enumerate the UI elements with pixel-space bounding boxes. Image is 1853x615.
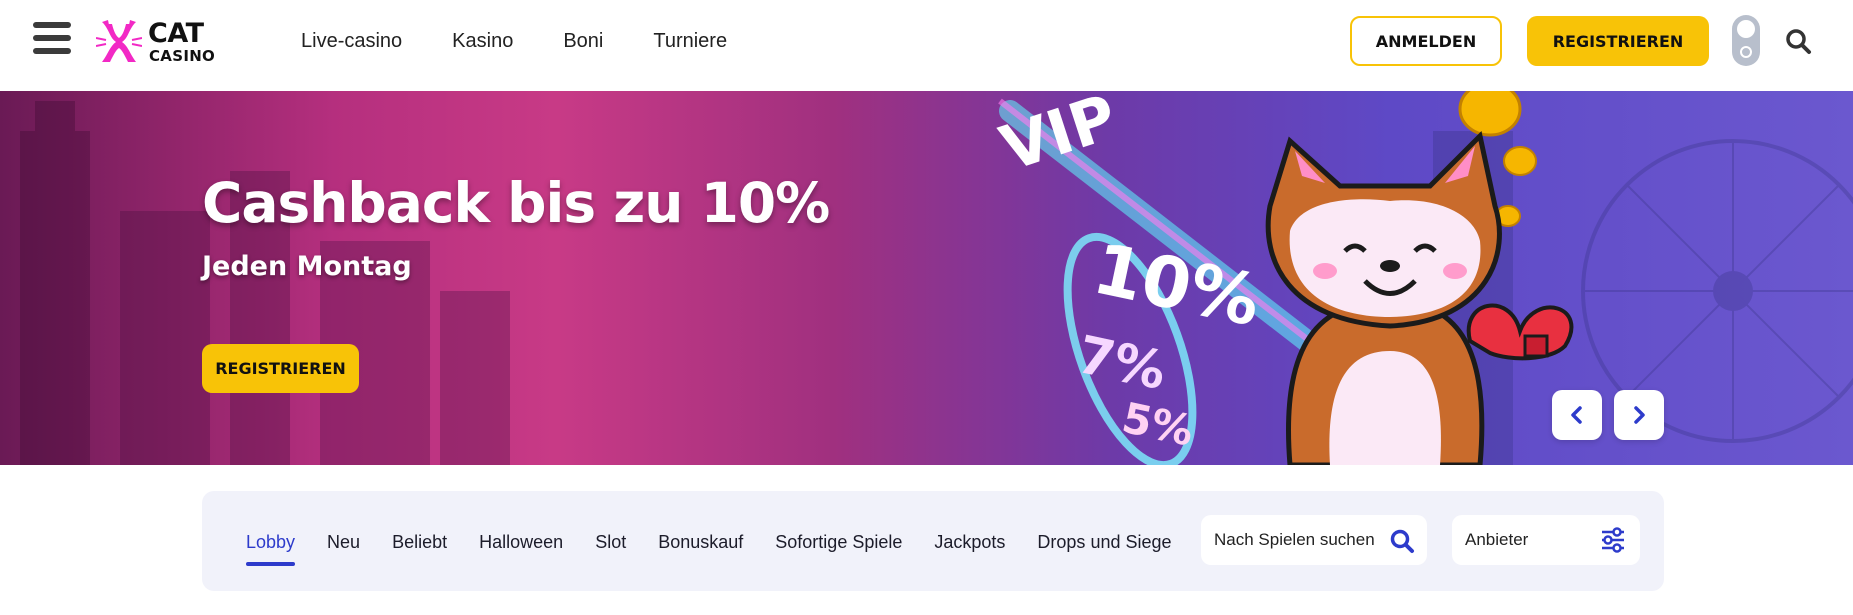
logo-text-cat: CAT	[148, 18, 204, 49]
theme-toggle-icon[interactable]	[1732, 15, 1760, 66]
nav-live-casino[interactable]: Live-casino	[301, 28, 402, 54]
carousel-next-button[interactable]	[1614, 390, 1664, 440]
banner-art-7-percent: 7%	[1072, 325, 1171, 402]
game-category-bar: Lobby Neu Beliebt Halloween Slot Bonuska…	[202, 491, 1664, 591]
register-button[interactable]: REGISTRIEREN	[1527, 16, 1709, 66]
chevron-right-icon	[1634, 406, 1645, 424]
hamburger-menu-icon[interactable]	[33, 22, 73, 58]
banner-subtitle: Jeden Montag	[202, 251, 412, 282]
game-search-box[interactable]	[1201, 515, 1427, 565]
cat-casino-logo[interactable]: CAT CASINO	[96, 18, 226, 68]
banner-art-10-percent: 10%	[1086, 227, 1267, 342]
top-header: CAT CASINO Live-casino Kasino Boni Turni…	[0, 0, 1853, 91]
banner-title: Cashback bis zu 10%	[202, 171, 830, 235]
tab-lobby[interactable]: Lobby	[246, 531, 296, 566]
game-search-input[interactable]	[1214, 530, 1384, 550]
provider-filter-label: Anbieter	[1465, 530, 1529, 549]
logo-text-casino: CASINO	[149, 47, 216, 65]
cat-logo-icon	[96, 20, 142, 62]
tab-neu[interactable]: Neu	[327, 531, 360, 553]
filter-sliders-icon	[1602, 527, 1624, 553]
nav-turniere[interactable]: Turniere	[653, 28, 727, 54]
provider-filter[interactable]: Anbieter	[1452, 515, 1640, 565]
tab-slot[interactable]: Slot	[595, 531, 626, 553]
search-icon[interactable]	[1389, 528, 1415, 554]
category-tabs: Lobby Neu Beliebt Halloween Slot Bonuska…	[246, 531, 1204, 566]
nav-kasino[interactable]: Kasino	[452, 28, 513, 54]
tab-jackpots[interactable]: Jackpots	[934, 531, 1005, 553]
tab-bonuskauf[interactable]: Bonuskauf	[658, 531, 743, 553]
carousel-prev-button[interactable]	[1552, 390, 1602, 440]
nav-boni[interactable]: Boni	[563, 28, 603, 54]
search-icon[interactable]	[1784, 27, 1812, 55]
banner-register-button[interactable]: REGISTRIEREN	[202, 344, 359, 393]
tab-beliebt[interactable]: Beliebt	[392, 531, 447, 553]
tab-sofortige-spiele[interactable]: Sofortige Spiele	[775, 531, 902, 553]
promo-banner[interactable]: Cashback bis zu 10% Jeden Montag REGISTR…	[0, 91, 1853, 465]
main-nav: Live-casino Kasino Boni Turniere	[301, 28, 777, 54]
chevron-left-icon	[1571, 406, 1582, 424]
tab-drops-und-siege[interactable]: Drops und Siege	[1037, 531, 1171, 553]
tab-halloween[interactable]: Halloween	[479, 531, 563, 553]
login-button[interactable]: ANMELDEN	[1350, 16, 1502, 66]
